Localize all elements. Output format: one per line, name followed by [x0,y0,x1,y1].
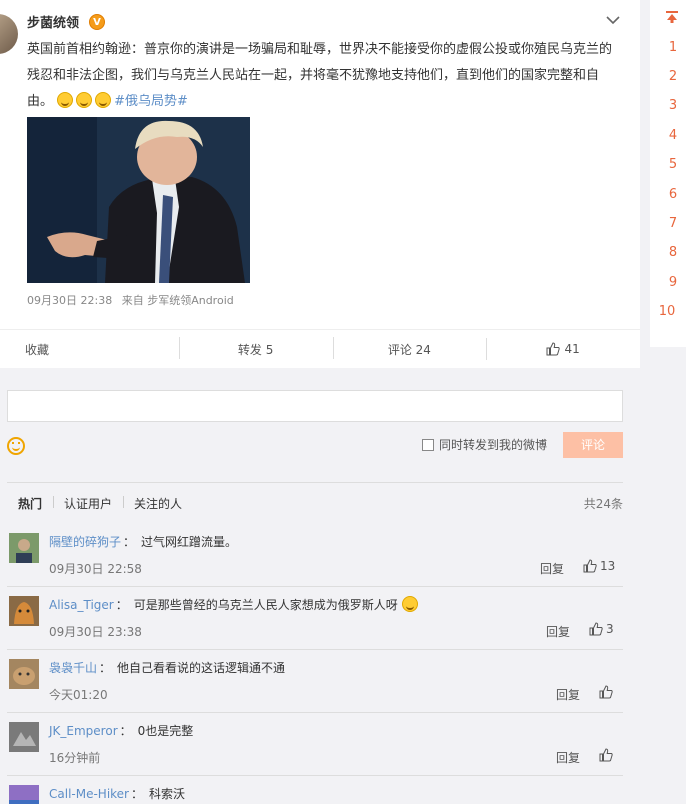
page-number[interactable]: 8 [650,245,686,260]
laugh-emoji-icon [57,92,74,108]
commenter-name[interactable]: Alisa_Tiger [49,598,114,612]
weibo-post-card: 步菌统领 V 英国前首相约翰逊：普京你的演讲是一场骗局和耻辱，世界决不能接受你的… [0,0,640,368]
verified-badge-icon: V [89,14,105,30]
commenter-name[interactable]: 袅袅千山 [49,661,97,675]
commenter-avatar[interactable] [9,722,39,752]
comment-time: 09月30日 22:58 [49,562,142,576]
emoji-picker-icon[interactable] [7,437,25,455]
repost-checkbox[interactable] [422,438,434,451]
page-number[interactable]: 3 [650,98,686,113]
comment-time: 16分钟前 [49,751,101,765]
favorite-button[interactable]: 收藏 [0,341,179,358]
commenter-name[interactable]: 隔壁的碎狗子 [49,535,121,549]
comment-total: 共24条 [583,497,623,511]
repost-option-label: 同时转发到我的微博 [439,438,548,452]
comment-item: 袅袅千山：他自己看看说的这话逻辑通不通 今天01:20 回复 [7,650,623,713]
comment-item: JK_Emperor： 0也是完整 16分钟前 回复 [7,713,623,776]
thumbs-up-icon [599,748,613,762]
action-bar: 收藏 转发 5 评论 24 41 [0,329,640,368]
hashtag-link[interactable]: #俄乌局势# [114,94,188,109]
reply-button[interactable]: 回复 [556,686,580,703]
comment-like-count: 3 [606,622,614,636]
author-name[interactable]: 步菌统领 [27,12,79,31]
commenter-avatar[interactable] [9,659,39,689]
laugh-emoji-icon [76,92,93,108]
comment-time: 今天01:20 [49,688,108,702]
comment-filter-bar: 热门 认证用户 关注的人 共24条 [7,482,623,524]
back-to-top-icon[interactable] [666,11,678,23]
page-number[interactable]: 7 [650,216,686,231]
page-number[interactable]: 5 [650,157,686,172]
page-number[interactable]: 9 [650,275,686,290]
page-number[interactable]: 10 [644,304,686,319]
comment-item: Call-Me-Hiker：科索沃 [7,776,623,804]
thumbs-up-icon [589,622,603,636]
thumbs-up-icon [583,559,597,573]
like-button[interactable]: 41 [486,338,640,360]
post-date[interactable]: 09月30日 22:38 [27,294,112,307]
post-text: 英国前首相约翰逊：普京你的演讲是一场骗局和耻辱，世界决不能接受你的虚假公投或你殖… [27,37,622,115]
laugh-emoji-icon [95,92,112,108]
comment-text: 科索沃 [149,787,186,801]
comment-like-button[interactable]: 13 [583,559,615,573]
comment-item: 隔壁的碎狗子：过气网红蹭流量。 09月30日 22:58 回复 13 [7,524,623,587]
like-count: 41 [564,342,580,356]
comment-text: 0也是完整 [137,724,194,738]
comment-like-button[interactable]: 3 [589,622,614,636]
comment-text: 他自己看看说的这话逻辑通不通 [117,661,286,675]
filter-following[interactable]: 关注的人 [123,495,193,512]
commenter-avatar[interactable] [9,785,39,804]
thumbs-up-icon [599,685,613,699]
post-source: 来自 步军统领Android [121,294,234,307]
comment-like-count: 13 [600,559,616,573]
comment-text: 可是那些曾经的乌克兰人民人家想成为俄罗斯人呀 [133,598,398,612]
comment-text: 过气网红蹭流量。 [141,535,238,549]
page-number[interactable]: 4 [650,128,686,143]
reply-button[interactable]: 回复 [540,560,564,577]
reply-button[interactable]: 回复 [556,749,580,766]
comment-input[interactable] [7,390,623,422]
filter-hot[interactable]: 热门 [7,495,53,512]
comment-item: Alisa_Tiger：可是那些曾经的乌克兰人民人家想成为俄罗斯人呀 09月30… [7,587,623,650]
post-photo[interactable] [27,117,250,283]
post-meta: 09月30日 22:38 来自 步军统领Android [27,292,240,308]
page-number[interactable]: 2 [650,69,686,84]
comment-label: 评论 24 [387,342,431,357]
repost-button[interactable]: 转发 5 [178,336,333,359]
repost-label: 转发 5 [237,342,274,357]
commenter-avatar[interactable] [9,533,39,563]
comment-like-button[interactable] [599,748,613,762]
reply-button[interactable]: 回复 [546,623,570,640]
floor-pager: 1 2 3 4 5 6 7 8 9 10 [650,0,686,347]
commenter-avatar[interactable] [9,596,39,626]
commenter-name[interactable]: Call-Me-Hiker [49,787,129,801]
submit-comment-button[interactable]: 评论 [563,432,623,458]
author-avatar[interactable] [0,14,18,54]
thumbs-up-icon [546,342,561,356]
comment-button[interactable]: 评论 24 [332,336,487,359]
page-number[interactable]: 1 [650,40,686,55]
filter-verified-users[interactable]: 认证用户 [53,495,123,512]
comment-time: 09月30日 23:38 [49,625,142,639]
page-number[interactable]: 6 [650,187,686,202]
laugh-emoji-icon [401,596,418,612]
favorite-label: 收藏 [25,342,50,357]
repost-option[interactable]: 同时转发到我的微博 [422,436,547,453]
photo-illustration [27,117,250,283]
commenter-name[interactable]: JK_Emperor [49,724,118,738]
comment-like-button[interactable] [599,685,613,699]
chevron-down-icon[interactable] [605,12,621,28]
